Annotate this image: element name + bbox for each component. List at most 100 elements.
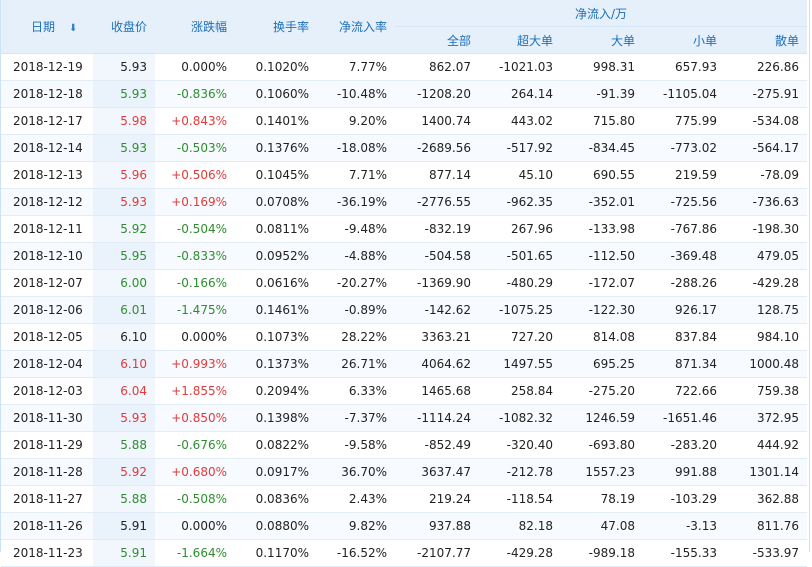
change-cell: -0.503% — [155, 134, 235, 162]
all-cell: 937.88 — [395, 512, 479, 540]
large-cell: 715.80 — [561, 107, 643, 135]
net-rate-cell: 7.77% — [317, 53, 395, 81]
retail-cell: 128.75 — [725, 296, 807, 324]
turnover-cell: 0.1373% — [235, 350, 317, 378]
table-row: 2018-11-29 5.88 -0.676% 0.0822% -9.58% -852.4… — [1, 431, 807, 459]
small-cell: 722.66 — [643, 377, 725, 405]
change-cell: +0.169% — [155, 188, 235, 216]
large-cell: 998.31 — [561, 53, 643, 81]
change-cell: -0.508% — [155, 485, 235, 513]
close-header[interactable]: 收盘价 — [93, 0, 155, 54]
large-cell: -91.39 — [561, 80, 643, 108]
all-cell: -1369.90 — [395, 269, 479, 297]
change-cell: -0.676% — [155, 431, 235, 459]
turnover-cell: 0.1398% — [235, 404, 317, 432]
turnover-cell: 0.0952% — [235, 242, 317, 270]
large-cell: -352.01 — [561, 188, 643, 216]
retail-header-label: 散单 — [774, 33, 799, 48]
close-cell: 5.93 — [93, 53, 155, 81]
change-cell: -0.833% — [155, 242, 235, 270]
large-cell: -133.98 — [561, 215, 643, 243]
large-cell: 1246.59 — [561, 404, 643, 432]
change-cell: 0.000% — [155, 323, 235, 351]
date-header-label: 日期 — [31, 20, 56, 34]
net-rate-cell: -36.19% — [317, 188, 395, 216]
retail-header[interactable]: 散单 — [725, 26, 807, 54]
turnover-cell: 0.0616% — [235, 269, 317, 297]
large-cell: -172.07 — [561, 269, 643, 297]
turnover-cell: 0.0822% — [235, 431, 317, 459]
large-cell: 1557.23 — [561, 458, 643, 486]
super-cell: -501.65 — [479, 242, 561, 270]
close-cell: 6.01 — [93, 296, 155, 324]
small-cell: 775.99 — [643, 107, 725, 135]
retail-cell: 226.86 — [725, 53, 807, 81]
small-cell: 871.34 — [643, 350, 725, 378]
close-cell: 5.93 — [93, 134, 155, 162]
all-cell: -2776.55 — [395, 188, 479, 216]
date-cell: 2018-12-04 — [1, 350, 93, 378]
retail-cell: -534.08 — [725, 107, 807, 135]
table-row: 2018-11-27 5.88 -0.508% 0.0836% 2.43% 219.24-… — [1, 485, 807, 513]
super-cell: -320.40 — [479, 431, 561, 459]
date-cell: 2018-11-27 — [1, 485, 93, 513]
turnover-cell: 0.1401% — [235, 107, 317, 135]
table-row: 2018-11-23 5.91 -1.664% 0.1170% -16.52% -2107… — [1, 539, 807, 567]
table-row: 2018-12-13 5.96 +0.506% 0.1045% 7.71% 877.14 4… — [1, 161, 807, 189]
change-cell: +0.843% — [155, 107, 235, 135]
turnover-cell: 0.1461% — [235, 296, 317, 324]
close-cell: 5.96 — [93, 161, 155, 189]
turnover-cell: 0.1376% — [235, 134, 317, 162]
net-rate-header-label: 净流入率 — [338, 20, 387, 34]
fund-flow-table-panel: 日期 ⬇ 收盘价 涨跌幅 换手率 净流入率 净流入/万 全部 超大单 大单 小单 … — [0, 0, 810, 567]
super-cell: 267.96 — [479, 215, 561, 243]
retail-cell: 1301.14 — [725, 458, 807, 486]
super-header[interactable]: 超大单 — [479, 26, 561, 54]
date-cell: 2018-12-06 — [1, 296, 93, 324]
net-rate-header[interactable]: 净流入率 — [317, 0, 395, 54]
all-cell: -852.49 — [395, 431, 479, 459]
net-inflow-group-header: 净流入/万 — [395, 0, 807, 27]
turnover-cell: 0.1073% — [235, 323, 317, 351]
turnover-cell: 0.1020% — [235, 53, 317, 81]
large-cell: -693.80 — [561, 431, 643, 459]
close-cell: 5.95 — [93, 242, 155, 270]
table-row: 2018-12-04 6.10 +0.993% 0.1373% 26.71% 4064.6… — [1, 350, 807, 378]
super-cell: -429.28 — [479, 539, 561, 567]
small-cell: 657.93 — [643, 53, 725, 81]
all-cell: -1114.24 — [395, 404, 479, 432]
net-rate-cell: 9.82% — [317, 512, 395, 540]
sort-down-icon[interactable]: ⬇ — [69, 23, 77, 34]
all-header[interactable]: 全部 — [395, 26, 479, 54]
large-cell: 690.55 — [561, 161, 643, 189]
all-cell: 3637.47 — [395, 458, 479, 486]
small-cell: -283.20 — [643, 431, 725, 459]
turnover-cell: 0.1045% — [235, 161, 317, 189]
net-rate-cell: -9.48% — [317, 215, 395, 243]
date-header[interactable]: 日期 ⬇ — [1, 0, 93, 54]
turnover-cell: 0.1170% — [235, 539, 317, 567]
turnover-cell: 0.0836% — [235, 485, 317, 513]
change-cell: -1.664% — [155, 539, 235, 567]
date-cell: 2018-11-30 — [1, 404, 93, 432]
net-inflow-group-label: 净流入/万 — [574, 6, 628, 21]
net-rate-cell: -16.52% — [317, 539, 395, 567]
table-row: 2018-12-12 5.93 +0.169% 0.0708% -36.19% -2776… — [1, 188, 807, 216]
change-header[interactable]: 涨跌幅 — [155, 0, 235, 54]
super-cell: 45.10 — [479, 161, 561, 189]
all-cell: 219.24 — [395, 485, 479, 513]
large-header[interactable]: 大单 — [561, 26, 643, 54]
small-header[interactable]: 小单 — [643, 26, 725, 54]
super-cell: -1021.03 — [479, 53, 561, 81]
retail-cell: -736.63 — [725, 188, 807, 216]
super-cell: 727.20 — [479, 323, 561, 351]
super-cell: -212.78 — [479, 458, 561, 486]
close-cell: 5.98 — [93, 107, 155, 135]
retail-cell: 759.38 — [725, 377, 807, 405]
table-row: 2018-12-17 5.98 +0.843% 0.1401% 9.20% 1400.74… — [1, 107, 807, 135]
turnover-header[interactable]: 换手率 — [235, 0, 317, 54]
net-rate-cell: -4.88% — [317, 242, 395, 270]
change-cell: +0.850% — [155, 404, 235, 432]
turnover-cell: 0.1060% — [235, 80, 317, 108]
close-cell: 5.92 — [93, 215, 155, 243]
